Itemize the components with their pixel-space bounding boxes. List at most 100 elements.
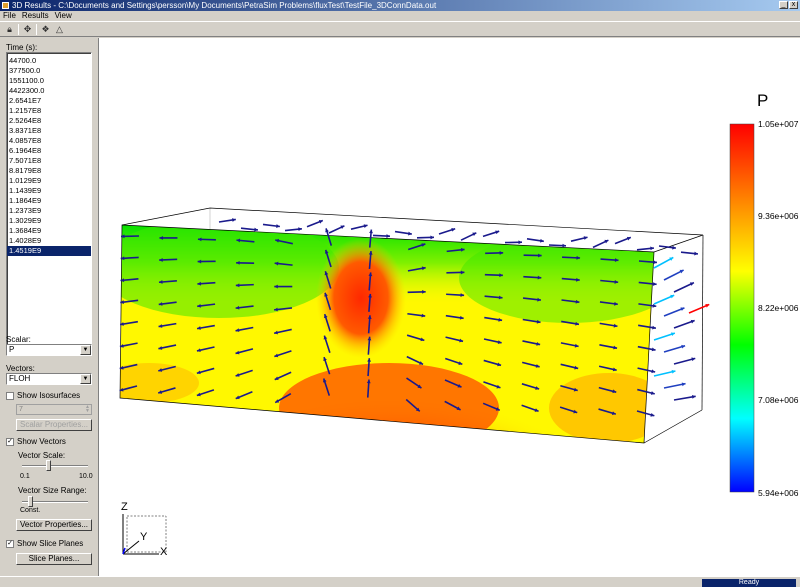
- axes-icon[interactable]: △: [54, 24, 65, 35]
- vectors-value: FLOH: [9, 374, 31, 383]
- 3d-scene[interactable]: P 1.05e+007 9.36e+006 8.22e+006 7.08e+00…: [99, 38, 800, 576]
- title-bar: 3D Results - C:\Documents and Settings\p…: [0, 0, 800, 11]
- time-list-item[interactable]: 377500.0: [7, 66, 91, 76]
- menu-file[interactable]: File: [3, 11, 16, 21]
- control-panel: Time (s): 44700.0 377500.0 1551100.0 442230…: [0, 38, 97, 576]
- menu-view[interactable]: View: [55, 11, 72, 21]
- time-list-item[interactable]: 1.1864E9: [7, 196, 91, 206]
- status-text: Ready: [702, 579, 796, 587]
- status-bar: Ready: [0, 576, 800, 587]
- slider-thumb[interactable]: [46, 460, 52, 471]
- vector-scale-min: 0.1: [20, 473, 30, 480]
- time-list-item[interactable]: 1.2157E8: [7, 106, 91, 116]
- 3d-viewport[interactable]: P 1.05e+007 9.36e+006 8.22e+006 7.08e+00…: [98, 38, 800, 576]
- x-axis-label: X: [160, 546, 168, 558]
- isosurface-count-stepper: 7 ▲ ▼: [16, 404, 92, 415]
- flux-vector-head: [518, 240, 522, 245]
- time-list-item[interactable]: 44700.0: [7, 56, 91, 66]
- vector-scale-max: 10.0: [79, 473, 93, 480]
- time-list-item[interactable]: 1.3029E9: [7, 216, 91, 226]
- time-list-item[interactable]: 1551100.0: [7, 76, 91, 86]
- time-list-item[interactable]: 1.4028E9: [7, 236, 91, 246]
- vectors-select[interactable]: FLOH ▼: [6, 373, 92, 385]
- close-button[interactable]: x: [789, 1, 798, 9]
- flux-vector-head: [254, 227, 258, 232]
- move-icon[interactable]: ✥: [22, 24, 33, 35]
- time-list-item[interactable]: 2.6541E7: [7, 96, 91, 106]
- stepper-arrows-icon: ▲ ▼: [85, 404, 90, 414]
- flux-vector-head: [650, 246, 654, 251]
- show-slice-planes-label: Show Slice Planes: [17, 539, 84, 548]
- show-isosurfaces-checkbox[interactable]: [6, 391, 14, 400]
- chevron-down-icon[interactable]: ▼: [80, 374, 91, 384]
- legend-tick-5: 5.94e+006: [758, 488, 799, 498]
- z-axis-label: Z: [121, 501, 128, 513]
- toolbar-separator: [36, 23, 37, 35]
- y-axis-label: Y: [140, 531, 148, 543]
- vector-properties-button[interactable]: Vector Properties...: [16, 519, 92, 531]
- toolbar: 🔒︎ ✥ ❖ △: [0, 21, 800, 37]
- time-list-item[interactable]: 1.1439E9: [7, 186, 91, 196]
- show-slice-planes-checkbox[interactable]: ✓: [6, 539, 14, 548]
- flux-vector-head: [430, 235, 434, 240]
- objects-icon[interactable]: ❖: [40, 24, 51, 35]
- chevron-down-icon[interactable]: ▼: [80, 345, 91, 355]
- flux-vector-head: [652, 282, 657, 286]
- vector-size-range-label: Vector Size Range:: [18, 486, 87, 495]
- time-label: Time (s):: [6, 43, 38, 52]
- legend-color-bar: [729, 123, 755, 493]
- show-isosurfaces-label: Show Isosurfaces: [17, 391, 81, 400]
- time-list-item[interactable]: 1.3684E9: [7, 226, 91, 236]
- time-list-item[interactable]: 2.5264E8: [7, 116, 91, 126]
- legend-tick-4: 7.08e+006: [758, 395, 799, 405]
- box-right-back-edge: [701, 234, 704, 411]
- menu-bar: File Results View: [0, 11, 800, 21]
- axes-triad: Z Y X: [121, 501, 168, 558]
- flux-vector-head: [386, 234, 390, 238]
- show-slice-planes-row[interactable]: ✓ Show Slice Planes: [6, 539, 83, 548]
- time-list-item[interactable]: 1.0129E9: [7, 176, 91, 186]
- show-vectors-label: Show Vectors: [17, 437, 66, 446]
- legend-tick-2: 9.36e+006: [758, 211, 799, 221]
- vector-scale-label: Vector Scale:: [18, 451, 66, 460]
- time-list[interactable]: 44700.0 377500.0 1551100.0 4422300.0 2.6541E…: [6, 52, 92, 354]
- time-list-item[interactable]: 1.2373E9: [7, 206, 91, 216]
- slice-planes-button[interactable]: Slice Planes...: [16, 553, 92, 565]
- time-list-item[interactable]: 4422300.0: [7, 86, 91, 96]
- slider-track: [22, 465, 88, 467]
- time-list-item[interactable]: 8.8179E8: [7, 166, 91, 176]
- scalar-select[interactable]: P ▼: [6, 344, 92, 356]
- flux-vector-head: [562, 243, 566, 248]
- time-list-item[interactable]: 7.5071E8: [7, 156, 91, 166]
- time-list-item[interactable]: 3.8371E8: [7, 126, 91, 136]
- app-icon: [2, 2, 9, 9]
- show-isosurfaces-row[interactable]: Show Isosurfaces: [6, 391, 80, 400]
- scalar-label: Scalar:: [6, 335, 31, 344]
- flux-vector-head: [694, 251, 698, 256]
- time-list-item[interactable]: 6.1964E8: [7, 146, 91, 156]
- flux-vector-head: [369, 229, 373, 234]
- flux-vector-head: [298, 227, 302, 232]
- isosurface-count-value: 7: [19, 406, 23, 413]
- vector-size-range-min: Const.: [20, 507, 41, 514]
- show-vectors-row[interactable]: ✓ Show Vectors: [6, 437, 66, 446]
- legend-tick-1: 1.05e+007: [758, 119, 799, 129]
- minimize-button[interactable]: _: [779, 1, 788, 9]
- time-list-item[interactable]: 4.0857E8: [7, 136, 91, 146]
- scalar-value: P: [9, 345, 15, 354]
- scalar-properties-button: Scalar Properties...: [16, 419, 92, 431]
- time-list-item[interactable]: 1.4519E9: [7, 246, 91, 256]
- pressure-slice-plane: [120, 225, 654, 443]
- window-title: 3D Results - C:\Documents and Settings\p…: [12, 1, 437, 10]
- menu-results[interactable]: Results: [22, 11, 49, 21]
- flux-vector-head: [653, 260, 657, 265]
- vectors-label: Vectors:: [6, 364, 35, 373]
- lock-icon[interactable]: 🔒︎: [4, 24, 15, 35]
- legend-tick-3: 8.22e+006: [758, 303, 799, 313]
- legend-title: P: [757, 91, 768, 110]
- vector-scale-slider[interactable]: [22, 460, 88, 472]
- window-controls: _ x: [779, 1, 798, 9]
- toolbar-separator: [18, 23, 19, 35]
- slider-thumb[interactable]: [28, 496, 34, 507]
- show-vectors-checkbox[interactable]: ✓: [6, 437, 14, 446]
